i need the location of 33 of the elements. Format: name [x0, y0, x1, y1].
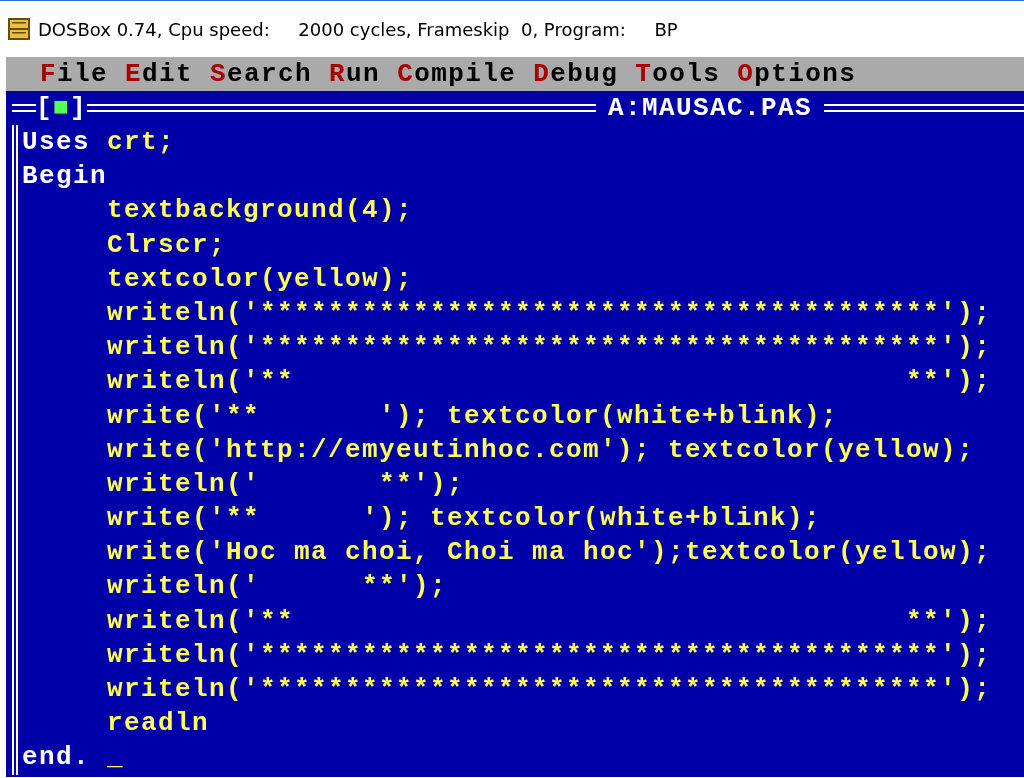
window-title: DOSBox 0.74, Cpu speed: 2000 cycles, Frameskip 0, Program: BP — [38, 17, 678, 42]
code-line: writeln('****************************************'); — [107, 332, 992, 363]
close-button[interactable]: [■] — [36, 91, 88, 125]
code-line: write('** '); textcolor(white+blink); — [107, 400, 839, 431]
code-line: writeln('****************************************'); — [107, 297, 992, 328]
code-line: textcolor(yellow); — [107, 263, 414, 294]
code-line: write('http://emyeutinhoc.com'); textcolor(yellow); — [107, 434, 975, 465]
code-line: textbackground(4); — [107, 195, 414, 226]
code-line: end. — [22, 742, 90, 773]
code-line: writeln('** **'); — [107, 605, 992, 636]
menu-item[interactable]: Search — [210, 57, 330, 91]
menu-item[interactable]: Options — [737, 57, 874, 91]
code-line: Clrscr; — [107, 229, 227, 260]
code-line: readln — [107, 708, 209, 739]
code-line: writeln('** **'); — [107, 366, 992, 397]
menu-item[interactable]: Compile — [397, 57, 534, 91]
menu-item[interactable]: Tools — [635, 57, 738, 91]
code-line: write('** '); textcolor(white+blink); — [107, 503, 822, 534]
code-line: Begin — [22, 161, 107, 192]
menu-item[interactable]: Edit — [125, 57, 211, 91]
frame-line — [12, 104, 36, 112]
code-line: writeln('****************************************'); — [107, 639, 992, 670]
code-line: writeln(' **'); — [107, 571, 448, 602]
editor-title: A:MAUSAC.PAS — [606, 92, 813, 125]
app-icon — [8, 18, 30, 40]
menu-item[interactable]: Debug — [533, 57, 636, 91]
code-line: write('Hoc ma choi, Choi ma hoc');textcolor(yellow); — [107, 537, 992, 568]
menu-item[interactable]: File — [40, 57, 126, 91]
text-cursor: _ — [107, 742, 125, 773]
code-line: Uses crt; — [22, 127, 176, 157]
code-line: writeln(' **'); — [107, 468, 465, 499]
menu-item[interactable]: Run — [329, 57, 398, 91]
code-line: writeln('****************************************'); — [107, 674, 992, 704]
